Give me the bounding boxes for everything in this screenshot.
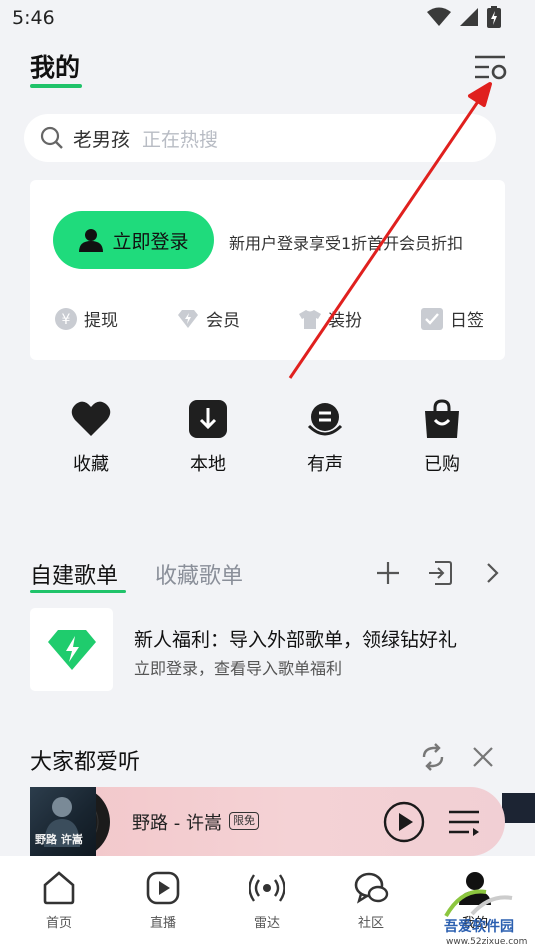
tab-home[interactable]: 首页 — [24, 870, 94, 931]
download-icon — [189, 400, 227, 438]
promo-text: 新用户登录享受1折首开会员折扣 — [229, 234, 464, 253]
search-bar[interactable]: 老男孩 正在热搜 — [24, 114, 496, 162]
svg-text:¥: ¥ — [62, 312, 71, 328]
chevron-right-icon[interactable] — [479, 560, 505, 586]
status-time: 5:46 — [12, 7, 55, 29]
check-icon — [421, 307, 443, 330]
free-badge: 限免 — [229, 812, 259, 830]
audiobook-icon — [307, 403, 343, 436]
battery-icon — [487, 6, 501, 28]
page-header: 我的 — [0, 40, 535, 96]
shortcut-favorites[interactable]: 收藏 — [59, 398, 123, 476]
new-user-subtitle: 立即登录，查看导入歌单福利 — [134, 659, 343, 678]
shortcut-label: 收藏 — [73, 454, 109, 475]
settings-menu-icon[interactable] — [473, 52, 509, 82]
tab-community[interactable]: 社区 — [336, 870, 406, 931]
title-underline — [30, 84, 82, 88]
quick-link-withdraw[interactable]: ¥ 提现 — [54, 306, 118, 331]
shortcut-label: 有声 — [307, 454, 343, 475]
quick-links: ¥ 提现 会员 装扮 日签 — [54, 306, 484, 331]
shortcut-label: 已购 — [424, 454, 460, 475]
playlist-tabs: 自建歌单 收藏歌单 — [30, 556, 505, 596]
community-icon — [354, 872, 389, 904]
tab-underline — [30, 590, 126, 593]
signal-icon — [460, 8, 478, 26]
quick-link-vip[interactable]: 会员 — [176, 306, 240, 331]
tab-label: 直播 — [149, 916, 176, 931]
page-title: 我的 — [30, 53, 81, 82]
watermark-url: www.52zixue.com — [446, 937, 528, 947]
tab-label: 社区 — [357, 916, 384, 931]
status-icons — [427, 6, 501, 28]
quick-link-dressup[interactable]: 装扮 — [298, 306, 362, 331]
search-hint: 正在热搜 — [142, 128, 219, 151]
watermark: 吾爱软件园 www.52zixue.com — [438, 886, 535, 951]
quick-link-label: 会员 — [206, 311, 240, 331]
live-icon — [146, 871, 180, 905]
quick-link-label: 日签 — [450, 311, 484, 331]
playlist-actions — [375, 560, 505, 586]
bag-icon — [425, 399, 459, 438]
status-bar: 5:46 — [0, 0, 535, 36]
green-diamond-thumbnail — [30, 608, 113, 691]
mini-player[interactable]: 野路 许嵩 野路 - 许嵩 限免 — [30, 787, 505, 856]
shirt-icon — [299, 309, 321, 329]
recommend-title: 大家都爱听 — [30, 750, 141, 775]
wifi-icon — [427, 7, 451, 26]
album-art-text: 野路 许嵩 — [35, 833, 83, 846]
quick-link-label: 提现 — [84, 311, 118, 331]
user-icon — [79, 229, 104, 252]
tab-created-playlists[interactable]: 自建歌单 — [30, 558, 118, 590]
quick-link-label: 装扮 — [328, 311, 362, 331]
add-icon[interactable] — [375, 560, 401, 586]
tab-label: 雷达 — [253, 916, 280, 931]
shortcut-row: 收藏 本地 有声 已购 — [59, 398, 474, 476]
diamond-icon — [178, 309, 198, 328]
recommend-card-peek[interactable] — [502, 793, 535, 823]
green-diamond-icon — [47, 629, 96, 670]
album-art: 野路 许嵩 — [30, 787, 96, 856]
song-title: 野路 - 许嵩 — [132, 813, 222, 834]
quick-link-daily[interactable]: 日签 — [420, 306, 484, 331]
shortcut-purchased[interactable]: 已购 — [410, 398, 474, 476]
shortcut-local[interactable]: 本地 — [176, 398, 240, 476]
watermark-brand: 吾爱软件园 — [444, 919, 514, 935]
tab-radar[interactable]: 雷达 — [232, 870, 302, 931]
tab-live[interactable]: 直播 — [128, 870, 198, 931]
search-icon — [40, 126, 63, 149]
tab-collected-playlists[interactable]: 收藏歌单 — [155, 558, 243, 590]
playlist-queue-icon[interactable] — [447, 808, 481, 836]
login-button-label: 立即登录 — [112, 230, 189, 253]
play-icon[interactable] — [383, 801, 425, 843]
shortcut-audiobook[interactable]: 有声 — [293, 398, 357, 476]
shortcut-label: 本地 — [190, 454, 226, 475]
new-user-playlist-item[interactable]: 新人福利：导入外部歌单，领绿钻好礼 立即登录，查看导入歌单福利 — [30, 608, 505, 692]
watermark-logo — [444, 889, 513, 918]
close-icon[interactable] — [471, 745, 495, 769]
refresh-icon[interactable] — [419, 743, 447, 771]
login-button[interactable]: 立即登录 — [53, 211, 214, 269]
search-query: 老男孩 — [73, 128, 131, 151]
withdraw-icon: ¥ — [55, 307, 77, 330]
radar-icon — [249, 874, 285, 902]
tab-label: 首页 — [45, 916, 72, 931]
login-card: 立即登录 新用户登录享受1折首开会员折扣 ¥ 提现 会员 装扮 日签 — [30, 180, 505, 360]
home-icon — [43, 871, 75, 905]
new-user-title: 新人福利：导入外部歌单，领绿钻好礼 — [134, 629, 458, 651]
import-icon[interactable] — [427, 560, 453, 586]
heart-icon — [71, 401, 111, 436]
